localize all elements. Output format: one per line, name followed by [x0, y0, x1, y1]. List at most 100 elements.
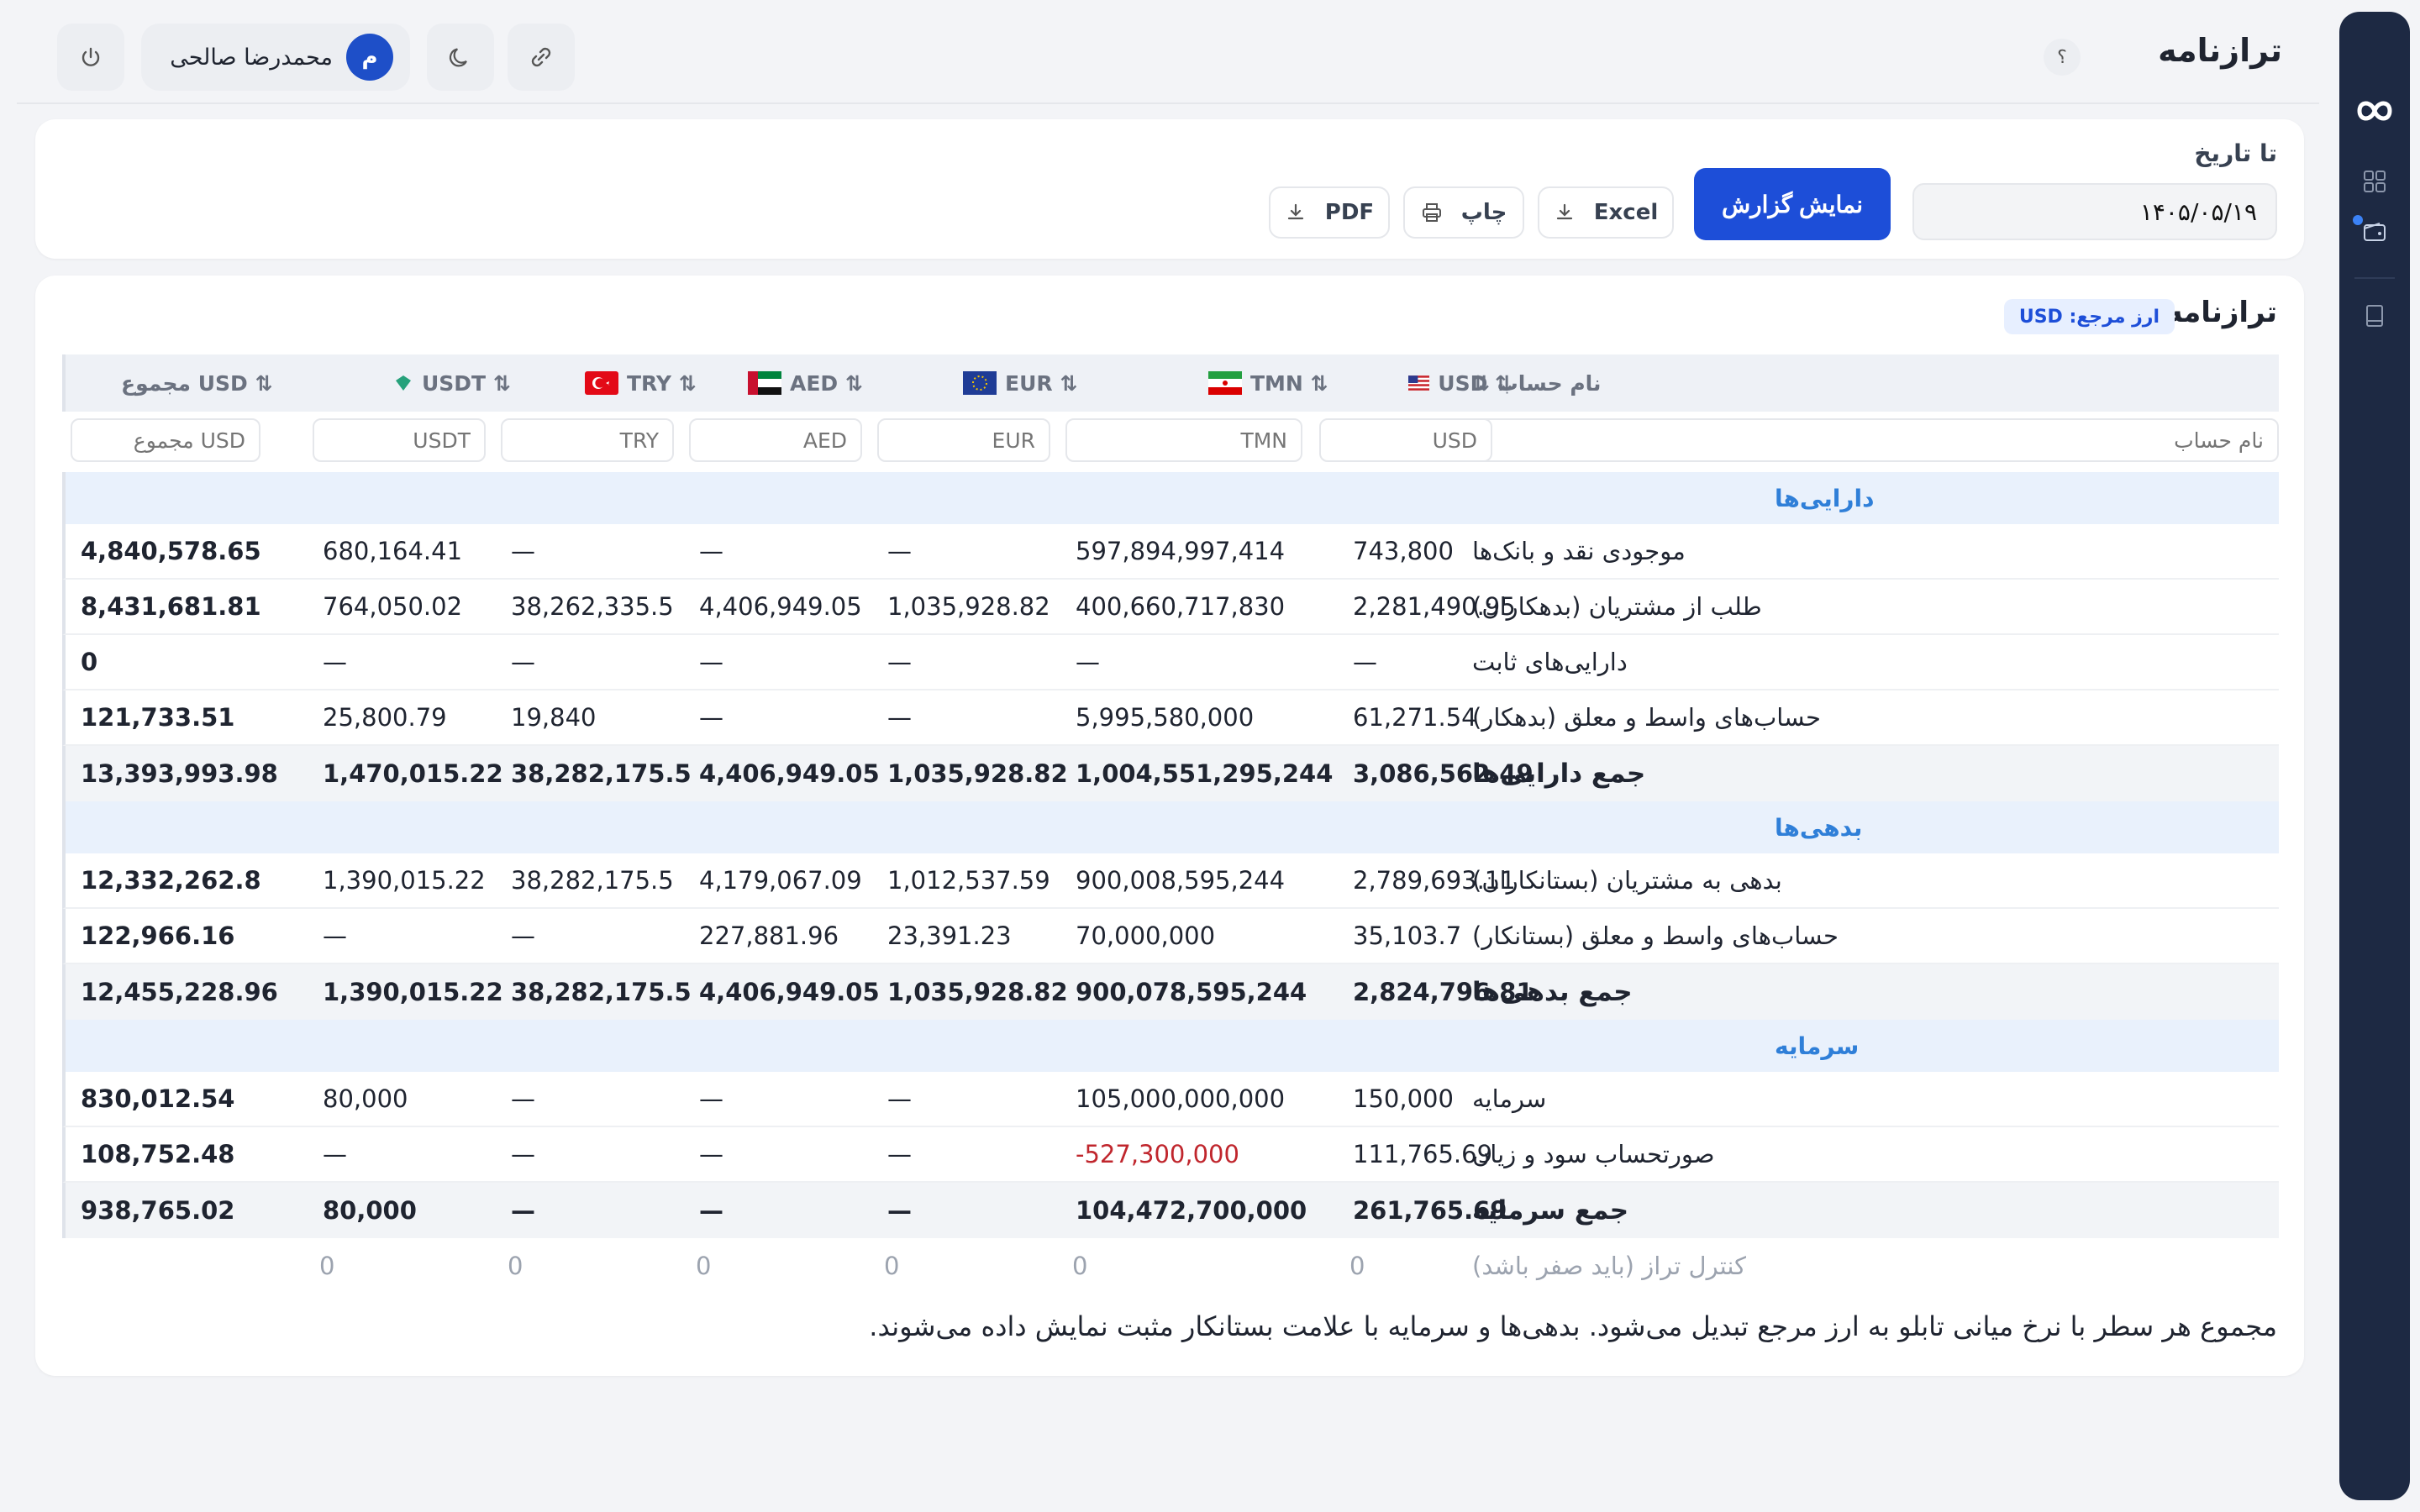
cell-usd: 61,271.54: [1353, 703, 1477, 732]
account-name: دارایی‌های ثابت: [1472, 648, 1628, 676]
sidebar-divider: [2354, 277, 2395, 279]
excel-button[interactable]: Excel: [1538, 186, 1674, 239]
cell-eur: 1,012,537.59: [887, 866, 1050, 895]
cell-total: 121,733.51: [81, 703, 235, 732]
column-header-try[interactable]: TRY ⇅: [529, 354, 702, 412]
cell-total: 13,393,993.98: [81, 759, 278, 788]
cell-tmn: 104,472,700,000: [1076, 1196, 1307, 1225]
user-menu[interactable]: محمدرضا صالحی م: [141, 24, 410, 91]
cell-tmn: 70,000,000: [1076, 921, 1216, 950]
cell-total: 830,012.54: [81, 1084, 235, 1113]
cell-usdt: 80,000: [323, 1196, 417, 1225]
cell-usd: 150,000: [1353, 1084, 1454, 1113]
total-row: جمع دارایی‌ها 3,086,562.49 1,004,551,295,2…: [62, 746, 2279, 801]
cell-usd: 743,800: [1353, 537, 1454, 565]
cell-usd: —: [1353, 648, 1377, 676]
column-header-aed[interactable]: AED ⇅: [718, 354, 891, 412]
account-name: طلب از مشتریان (بدهکاران): [1472, 592, 1762, 621]
section-label: بدهی‌ها: [1775, 813, 1863, 842]
cell-usdt: 80,000: [323, 1084, 408, 1113]
book-icon[interactable]: [2361, 302, 2388, 329]
printer-icon: [1422, 203, 1441, 222]
theme-toggle-button[interactable]: [427, 24, 494, 91]
account-name: موجودی نقد و بانک‌ها: [1472, 537, 1686, 565]
filter-usd-input[interactable]: [1319, 418, 1492, 462]
cell-try: 38,282,175.5: [511, 866, 674, 895]
cell-eur: —: [887, 703, 912, 732]
table-title: ترازنامه: [2165, 296, 2277, 329]
logout-button[interactable]: [57, 24, 124, 91]
moon-icon: [450, 48, 467, 67]
grid-icon[interactable]: [2361, 168, 2388, 195]
column-header-usdt[interactable]: USDT ⇅: [341, 354, 514, 412]
filter-usdt-input[interactable]: [313, 418, 486, 462]
cell-usdt: 1,470,015.22: [323, 759, 503, 788]
filter-row: [62, 412, 2279, 469]
section-label: سرمایه: [1775, 1032, 1860, 1060]
cell-usd: 111,765.69: [1353, 1140, 1493, 1168]
cell-aed: 4,406,949.05: [699, 978, 880, 1006]
account-name: جمع سرمایه: [1472, 1195, 1629, 1226]
cell-aed: —: [699, 1196, 723, 1225]
account-name: سرمایه: [1472, 1084, 1547, 1113]
cell-tmn: 597,894,997,414: [1076, 537, 1286, 565]
filter-try-input[interactable]: [501, 418, 674, 462]
cell-total: [71, 1238, 289, 1294]
cell-eur: 23,391.23: [887, 921, 1012, 950]
filter-aed-input[interactable]: [689, 418, 862, 462]
cell-tmn: —: [1076, 648, 1100, 676]
cell-try: —: [511, 1196, 535, 1225]
section-equity: سرمایه: [62, 1020, 2279, 1072]
infinity-logo-icon[interactable]: [2348, 91, 2402, 131]
cell-try: —: [511, 1084, 535, 1113]
show-report-button[interactable]: نمایش گزارش: [1694, 168, 1891, 240]
power-icon: [82, 47, 100, 66]
column-header-usd[interactable]: USD ⇅: [1346, 354, 1512, 412]
filter-eur-input[interactable]: [877, 418, 1050, 462]
cell-aed: —: [699, 537, 723, 565]
cell-usdt: 1,390,015.22: [323, 978, 503, 1006]
cell-try: 38,282,175.5: [511, 759, 692, 788]
cell-aed: 4,406,949.05: [699, 759, 880, 788]
link-icon: [531, 47, 551, 67]
table-header: نام حساب ⇅ USD ⇅ TMN ⇅ EUR ⇅ AED ⇅ TRY ⇅: [62, 354, 2279, 412]
cell-aed: —: [699, 1084, 723, 1113]
reference-currency-badge: ارز مرجع: USD: [2003, 299, 2175, 334]
tether-gem-icon: [396, 375, 411, 391]
cell-usdt: 764,050.02: [323, 592, 463, 621]
cell-eur: 0: [884, 1252, 900, 1280]
cell-usd: 2,789,693.11: [1353, 866, 1516, 895]
date-input[interactable]: [1912, 183, 2277, 240]
download-icon: [1556, 203, 1572, 220]
filter-tmn-input[interactable]: [1065, 418, 1302, 462]
total-row: جمع سرمایه 261,765.69 104,472,700,000 — — — 80…: [62, 1183, 2279, 1238]
cell-usdt: —: [323, 1140, 347, 1168]
cell-total: 4,840,578.65: [81, 537, 261, 565]
filter-total-input[interactable]: [71, 418, 260, 462]
column-header-name[interactable]: نام حساب ⇅: [1472, 354, 2279, 412]
cell-tmn: 900,008,595,244: [1076, 866, 1286, 895]
column-header-tmn[interactable]: TMN ⇅: [1094, 354, 1331, 412]
cell-tmn: 5,995,580,000: [1076, 703, 1255, 732]
table-row: حساب‌های واسط و معلق (بستانکار) 35,103.7 7…: [62, 909, 2279, 964]
account-name: بدهی به مشتریان (بستانکاران): [1472, 866, 1782, 895]
cell-try: —: [511, 921, 535, 950]
column-header-eur[interactable]: EUR ⇅: [906, 354, 1079, 412]
pdf-button[interactable]: PDF: [1269, 186, 1390, 239]
uae-flag-icon: [748, 371, 781, 395]
cell-eur: —: [887, 1196, 912, 1225]
print-button[interactable]: چاپ: [1403, 186, 1524, 239]
share-link-button[interactable]: [508, 24, 575, 91]
top-bar: ترازنامه ؟ محمدرضا صالحی م: [17, 0, 2319, 104]
us-flag-icon: [1408, 375, 1430, 391]
cell-eur: —: [887, 648, 912, 676]
cell-usd: 261,765.69: [1353, 1196, 1507, 1225]
cell-aed: 0: [696, 1252, 712, 1280]
column-header-total[interactable]: مجموع USD ⇅: [66, 354, 326, 412]
filter-name-input[interactable]: [1470, 418, 2279, 462]
wallet-icon[interactable]: [2361, 218, 2388, 245]
cell-total: 12,332,262.8: [81, 866, 261, 895]
cell-usdt: 680,164.41: [323, 537, 463, 565]
help-icon[interactable]: ؟: [2044, 39, 2081, 76]
cell-aed: 4,406,949.05: [699, 592, 862, 621]
